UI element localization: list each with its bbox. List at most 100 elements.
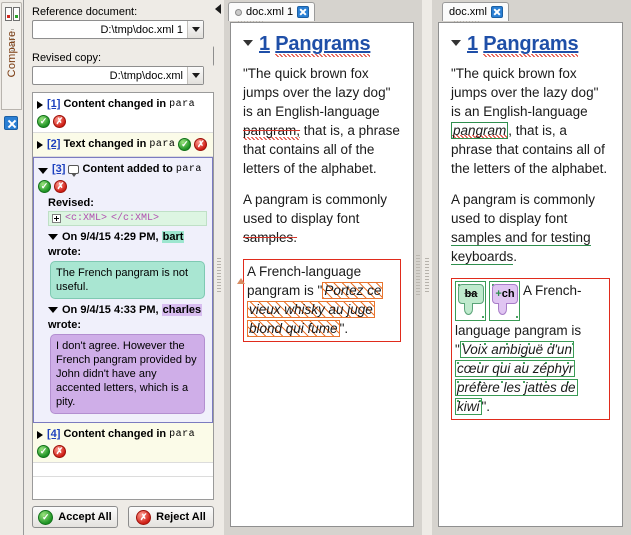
change-title: Content changed in — [63, 98, 167, 110]
p3-quote-close: ". — [481, 399, 491, 414]
xml-open-tag: <c:XML> — [65, 213, 108, 224]
chevron-down-icon[interactable] — [187, 21, 203, 38]
change-item-2[interactable]: [2] Text changed in para ✓ ✗ — [33, 133, 213, 157]
reject-all-button[interactable]: ✗ Reject All — [128, 506, 214, 528]
comment-callouts: ba ch — [455, 281, 520, 321]
accept-icon[interactable]: ✓ — [38, 180, 51, 193]
heading-title: Pangrams — [275, 33, 371, 57]
comment-date: On 9/4/15 4:33 PM, — [62, 304, 159, 316]
p1-inserted-text: pangram — [451, 122, 509, 139]
callout-tail — [498, 303, 507, 315]
reference-document-combo[interactable]: D:\tmp\doc.xml 1 — [32, 20, 204, 39]
editor-scroll-grip[interactable] — [416, 255, 420, 295]
splitter-right[interactable] — [422, 0, 432, 535]
paragraph-2: A pangram is commonly used to display fo… — [243, 190, 401, 247]
callout-tail — [464, 303, 473, 315]
reject-icon: ✗ — [136, 509, 152, 525]
comment-author: bart — [161, 231, 185, 243]
p3-quote-close: ". — [339, 321, 349, 336]
chevron-down-icon[interactable] — [187, 67, 203, 84]
revised-copy-value: D:\tmp\doc.xml — [109, 69, 183, 82]
reject-all-label: Reject All — [156, 511, 206, 523]
reject-icon[interactable]: ✗ — [53, 115, 66, 128]
heading-text: 1 Pangrams — [259, 33, 371, 57]
comment-balloon-icon — [68, 165, 80, 177]
tab-doc-xml-1[interactable]: doc.xml 1 — [228, 2, 316, 21]
collapse-arrow-icon[interactable] — [38, 168, 48, 174]
splitter-grip[interactable] — [217, 258, 221, 294]
comment-callout-bart[interactable]: ba — [455, 281, 486, 321]
left-tab-strip: Compare — [0, 0, 24, 535]
compare-vertical-tab[interactable]: Compare — [1, 2, 22, 110]
reference-document-label: Reference document: — [32, 6, 138, 18]
change-highlight-block[interactable]: A French-language pangram is " Portez ce … — [237, 259, 401, 342]
close-icon[interactable] — [297, 6, 310, 18]
change-title: Content changed in — [63, 428, 167, 440]
change-index: [4] — [47, 428, 61, 440]
compare-tab-label: Compare — [6, 30, 18, 78]
expand-arrow-icon[interactable] — [37, 100, 43, 109]
compare-window: Compare Reference document: D:\tmp\doc.x… — [0, 0, 631, 535]
accept-icon[interactable]: ✓ — [178, 138, 192, 151]
comment-wrote: wrote: — [48, 319, 81, 331]
splitter-left[interactable] — [214, 0, 224, 535]
collapse-arrow-icon[interactable] — [48, 234, 58, 240]
revised-document-body[interactable]: 1 Pangrams "The quick brown fox jumps ov… — [438, 22, 623, 527]
expand-plus-icon[interactable] — [52, 214, 61, 223]
collapse-left-icon[interactable] — [215, 4, 221, 14]
modified-dot-icon — [235, 8, 242, 16]
accept-all-button[interactable]: ✓ Accept All — [32, 506, 118, 528]
comment-header-bart[interactable]: On 9/4/15 4:29 PM, bart wrote: — [48, 231, 209, 258]
reject-icon[interactable]: ✗ — [54, 180, 67, 193]
change-element: para — [169, 429, 196, 440]
changes-list-filler — [33, 463, 213, 477]
comment-author: charles — [161, 304, 203, 316]
revised-copy-combo[interactable]: D:\tmp\doc.xml — [32, 66, 204, 85]
change-item-3[interactable]: [3] Content added to para ✓ ✗ Revised: <… — [33, 157, 213, 423]
collapse-section-icon[interactable] — [451, 40, 461, 46]
comment-date: On 9/4/15 4:29 PM, — [62, 231, 159, 243]
reference-document-body[interactable]: 1 Pangrams "The quick brown fox jumps ov… — [230, 22, 414, 527]
p2-text-b: . — [513, 249, 518, 264]
revised-xml-preview[interactable]: <c:XML> </c:XML> — [48, 211, 207, 226]
change-index: [3] — [52, 163, 66, 175]
reject-icon[interactable]: ✗ — [194, 138, 208, 151]
change-item-1[interactable]: [1] Content changed in para ✓ ✗ — [33, 93, 213, 133]
close-icon[interactable] — [490, 6, 503, 18]
p3-inserted-highlight: Voix ambiguë d'un cœur qui au zéphyr pré… — [455, 341, 578, 415]
p2-text-a: A pangram is commonly used to display fo… — [451, 192, 596, 226]
close-icon[interactable] — [4, 116, 18, 130]
accept-icon: ✓ — [38, 509, 54, 525]
change-element: para — [169, 99, 196, 110]
compare-panel: Reference document: D:\tmp\doc.xml 1 Rev… — [24, 0, 233, 535]
change-index: [1] — [47, 98, 61, 110]
paragraph-2: A pangram is commonly used to display fo… — [451, 190, 610, 266]
p1-text-a: "The quick brown fox jumps over the lazy… — [243, 66, 391, 119]
reference-editor: doc.xml 1 1 Pangrams "The quick brown fo… — [224, 0, 422, 535]
tab-doc-xml[interactable]: doc.xml — [442, 2, 509, 21]
change-item-4[interactable]: [4] Content changed in para ✓ ✗ — [33, 423, 213, 463]
comment-wrote: wrote: — [48, 246, 81, 258]
changes-list[interactable]: [1] Content changed in para ✓ ✗ [2] Text… — [32, 92, 214, 500]
comment-callout-charles[interactable]: ch — [489, 281, 520, 321]
xml-close-tag: </c:XML> — [111, 213, 160, 224]
p1-text-a: "The quick brown fox jumps over the lazy… — [451, 66, 599, 119]
change-highlight-block[interactable]: ba ch A French-language pangram is "Voix… — [451, 278, 610, 420]
splitter-grip[interactable] — [425, 258, 429, 294]
p2-text-b: . — [293, 230, 298, 245]
comment-header-charles[interactable]: On 9/4/15 4:33 PM, charles wrote: — [48, 304, 209, 331]
expand-arrow-icon[interactable] — [37, 430, 43, 439]
accept-icon[interactable]: ✓ — [37, 445, 50, 458]
reference-document-value: D:\tmp\doc.xml 1 — [100, 23, 183, 36]
reject-icon[interactable]: ✗ — [53, 445, 66, 458]
paragraph-1: "The quick brown fox jumps over the lazy… — [243, 64, 401, 178]
collapse-arrow-icon[interactable] — [48, 307, 58, 313]
change-element: para — [175, 164, 202, 175]
collapse-section-icon[interactable] — [243, 40, 253, 46]
expand-arrow-icon[interactable] — [37, 140, 43, 149]
revised-editor: doc.xml 1 Pangrams "The quick brown fox … — [432, 0, 631, 535]
p2-inserted-text: samples and for testing keyboards — [451, 230, 591, 265]
p2-text-a: A pangram is commonly used to display fo… — [243, 192, 388, 226]
change-title: Content added to — [82, 163, 173, 175]
accept-icon[interactable]: ✓ — [37, 115, 50, 128]
